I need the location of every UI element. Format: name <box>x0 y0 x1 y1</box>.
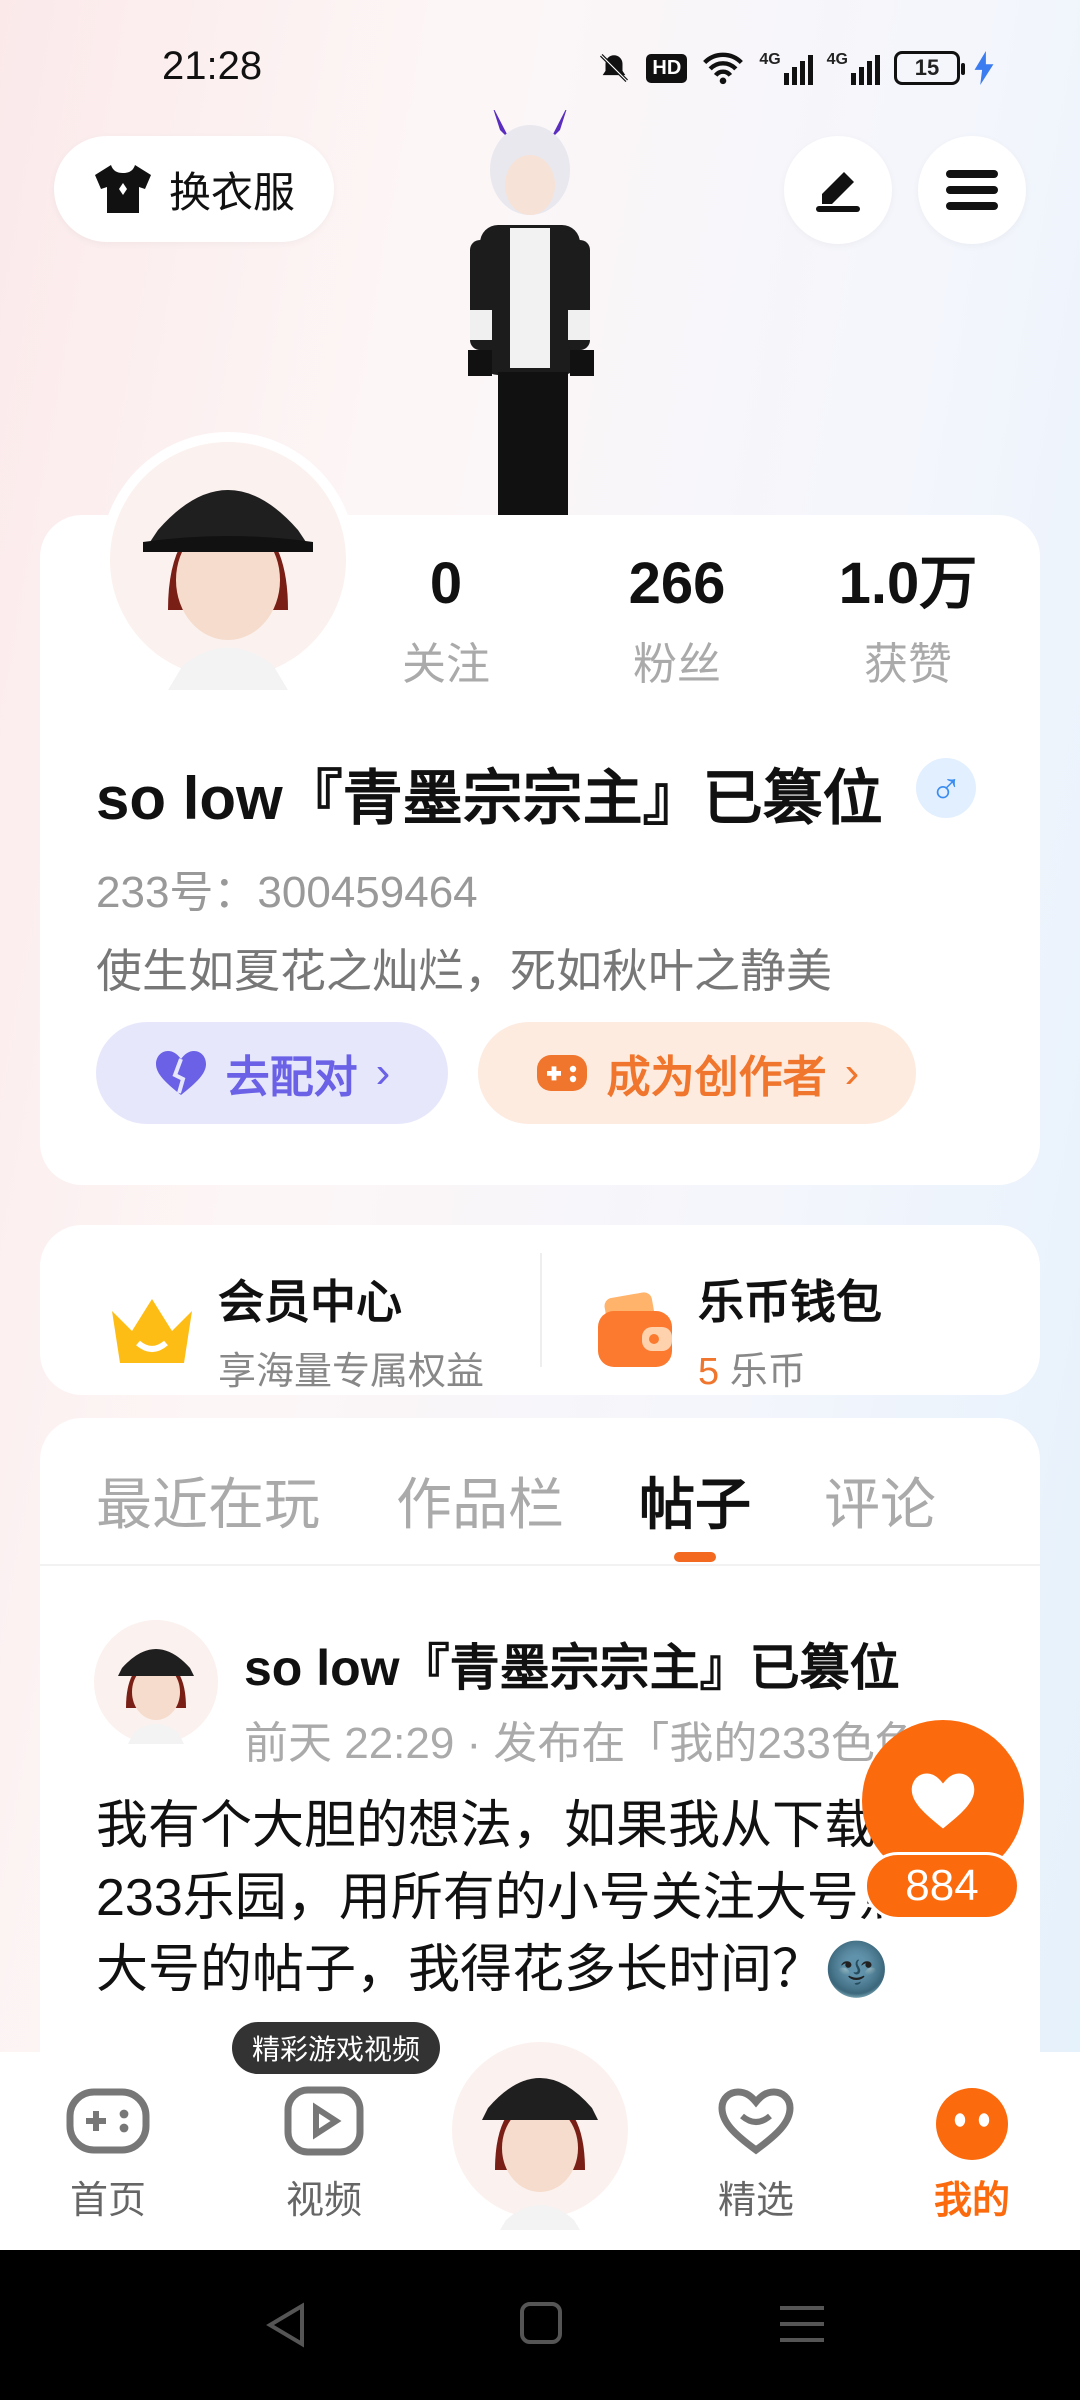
edit-button[interactable] <box>784 136 892 244</box>
heart-outline-icon <box>718 2088 794 2155</box>
likes-count: 1.0万 <box>838 551 978 616</box>
member-center-subtitle: 享海量专属权益 <box>218 1351 485 1393</box>
match-button[interactable]: 去配对 › <box>96 1022 448 1124</box>
nav-home[interactable]: 首页 <box>38 2086 178 2224</box>
tab-indicator <box>674 1552 716 1562</box>
likes-label: 获赞 <box>864 640 952 689</box>
match-label: 去配对 <box>225 1053 358 1102</box>
nav-video-label: 视频 <box>285 2180 362 2222</box>
wifi-icon <box>703 52 744 85</box>
followers-stat[interactable]: 266 粉丝 <box>577 552 777 692</box>
change-outfit-label: 换衣服 <box>168 168 295 216</box>
back-icon[interactable] <box>262 2300 310 2350</box>
followers-label: 粉丝 <box>633 640 721 689</box>
wallet-unit: 乐币 <box>729 1351 806 1393</box>
menu-button[interactable] <box>918 136 1026 244</box>
post-author-name[interactable]: so low『青墨宗宗主』已篡位 <box>244 1628 900 1700</box>
tab-works[interactable]: 作品栏 <box>396 1460 564 1541</box>
gamepad-icon <box>536 1055 587 1091</box>
system-nav-bar <box>0 2250 1080 2400</box>
nav-featured-label: 精选 <box>717 2180 794 2222</box>
nav-mine-label: 我的 <box>933 2180 1010 2222</box>
crown-icon <box>112 1298 192 1363</box>
tab-comments[interactable]: 评论 <box>824 1460 936 1541</box>
post-author-avatar[interactable] <box>94 1620 218 1744</box>
hd-icon: HD <box>646 53 688 83</box>
signal-1-icon: 4G <box>759 51 813 85</box>
member-center-button[interactable]: 会员中心 享海量专属权益 <box>106 1266 484 1395</box>
signal-2-icon: 4G <box>827 51 880 85</box>
hamburger-icon <box>946 170 998 210</box>
status-icons: HD 4G 4G 15 <box>596 48 994 88</box>
video-tooltip: 精彩游戏视频 <box>232 2022 441 2074</box>
following-count: 0 <box>429 551 463 616</box>
like-count: 884 <box>864 1852 1020 1920</box>
tab-posts[interactable]: 帖子 <box>639 1460 751 1541</box>
tshirt-icon <box>94 165 151 213</box>
status-time: 21:28 <box>162 44 263 88</box>
face-icon <box>936 2088 1008 2160</box>
mute-bell-icon <box>600 53 629 83</box>
following-stat[interactable]: 0 关注 <box>346 552 546 692</box>
pencil-icon <box>816 172 860 212</box>
nav-video[interactable]: 视频 <box>254 2086 394 2224</box>
post-body[interactable]: 我有个大胆的想法，如果我从下载遍233乐园，用所有的小号关注大号点赞大号的帖子，… <box>96 1790 976 2006</box>
nav-home-label: 首页 <box>69 2180 146 2222</box>
heart-icon <box>155 1051 206 1095</box>
center-avatar-button[interactable] <box>440 2030 640 2230</box>
charging-icon <box>974 51 994 85</box>
gamepad-icon <box>66 2088 150 2154</box>
profile-name: so low『青墨宗宗主』已篡位 <box>96 765 883 832</box>
heart-icon <box>911 1773 975 1829</box>
battery-icon: 15 <box>894 51 965 85</box>
member-center-title: 会员中心 <box>218 1276 402 1328</box>
chevron-right-icon: › <box>844 1048 860 1097</box>
avatar-character-figure[interactable] <box>440 110 620 520</box>
user-avatar[interactable] <box>98 430 358 690</box>
wallet-title: 乐币钱包 <box>698 1276 882 1328</box>
tab-recent-play[interactable]: 最近在玩 <box>96 1460 320 1541</box>
following-label: 关注 <box>402 640 490 689</box>
become-creator-label: 成为创作者 <box>606 1053 827 1102</box>
become-creator-button[interactable]: 成为创作者 › <box>478 1022 916 1124</box>
user-id[interactable]: 233号：300459464 <box>96 856 478 920</box>
nav-featured[interactable]: 精选 <box>686 2086 826 2224</box>
wallet-icon <box>598 1291 672 1367</box>
profile-bio: 使生如夏花之灿烂，死如秋叶之静美 <box>96 945 832 997</box>
followers-count: 266 <box>628 551 726 616</box>
wallet-button[interactable]: 乐币钱包 5 乐币 <box>594 1266 882 1395</box>
chevron-right-icon: › <box>375 1048 391 1097</box>
divider <box>540 1253 542 1367</box>
recent-apps-icon[interactable] <box>778 2302 826 2346</box>
home-square-icon[interactable] <box>518 2300 564 2346</box>
play-icon <box>284 2086 364 2156</box>
likes-stat[interactable]: 1.0万 获赞 <box>808 552 1008 692</box>
wallet-amount: 5 <box>698 1351 720 1393</box>
gender-male-icon: ♂ <box>916 758 976 818</box>
change-outfit-button[interactable]: 换衣服 <box>54 136 334 242</box>
nav-mine[interactable]: 我的 <box>902 2086 1042 2224</box>
divider <box>40 1564 1040 1566</box>
